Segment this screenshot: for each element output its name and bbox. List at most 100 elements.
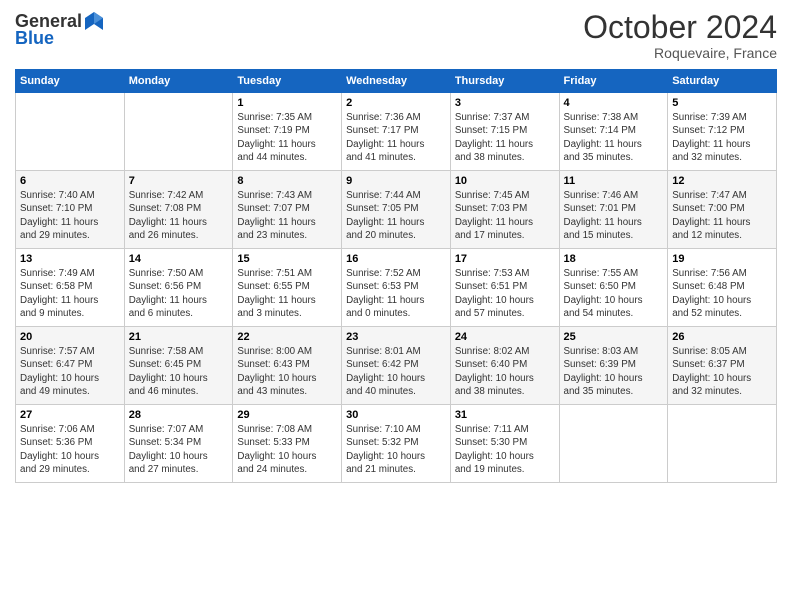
day-number: 1 [237,97,337,109]
calendar-table: SundayMondayTuesdayWednesdayThursdayFrid… [15,69,777,483]
day-info: Sunrise: 8:00 AM Sunset: 6:43 PM Dayligh… [237,345,337,398]
calendar-cell: 24Sunrise: 8:02 AM Sunset: 6:40 PM Dayli… [450,327,559,405]
title-block: October 2024 Roquevaire, France [583,10,777,61]
day-number: 13 [20,253,120,265]
calendar-cell: 6Sunrise: 7:40 AM Sunset: 7:10 PM Daylig… [16,171,125,249]
day-info: Sunrise: 7:55 AM Sunset: 6:50 PM Dayligh… [564,267,664,320]
day-info: Sunrise: 7:46 AM Sunset: 7:01 PM Dayligh… [564,189,664,242]
day-info: Sunrise: 7:58 AM Sunset: 6:45 PM Dayligh… [129,345,229,398]
weekday-header: Wednesday [342,70,451,93]
day-number: 6 [20,175,120,187]
day-info: Sunrise: 7:56 AM Sunset: 6:48 PM Dayligh… [672,267,772,320]
day-number: 25 [564,331,664,343]
calendar-cell: 23 Sunrise: 8:01 AM Sunset: 6:42 PM Dayli… [342,327,451,405]
day-number: 17 [455,253,555,265]
calendar-cell: 14Sunrise: 7:50 AM Sunset: 6:56 PM Dayli… [124,249,233,327]
weekday-header: Sunday [16,70,125,93]
day-info: Sunrise: 8:05 AM Sunset: 6:37 PM Dayligh… [672,345,772,398]
logo: General Blue [15,10,105,49]
day-info: Sunrise: 7:51 AM Sunset: 6:55 PM Dayligh… [237,267,337,320]
calendar-cell: 2 Sunrise: 7:36 AM Sunset: 7:17 PM Daylig… [342,93,451,171]
day-info: Sunrise: 7:42 AM Sunset: 7:08 PM Dayligh… [129,189,229,242]
day-number: 20 [20,331,120,343]
calendar-cell [16,93,125,171]
calendar-cell: 5Sunrise: 7:39 AM Sunset: 7:12 PM Daylig… [668,93,777,171]
day-number: 11 [564,175,664,187]
calendar-cell: 30 Sunrise: 7:10 AM Sunset: 5:32 PM Dayli… [342,405,451,483]
calendar-cell: 13 Sunrise: 7:49 AM Sunset: 6:58 PM Dayli… [16,249,125,327]
page-header: General Blue October 2024 Roquevaire, Fr… [15,10,777,61]
calendar-week-row: 1 Sunrise: 7:35 AM Sunset: 7:19 PM Daylig… [16,93,777,171]
calendar-week-row: 20 Sunrise: 7:57 AM Sunset: 6:47 PM Dayli… [16,327,777,405]
day-number: 7 [129,175,229,187]
calendar-cell: 20 Sunrise: 7:57 AM Sunset: 6:47 PM Dayli… [16,327,125,405]
day-info: Sunrise: 7:06 AM Sunset: 5:36 PM Dayligh… [20,423,120,476]
calendar-cell: 27 Sunrise: 7:06 AM Sunset: 5:36 PM Dayli… [16,405,125,483]
calendar-cell: 3 Sunrise: 7:37 AM Sunset: 7:15 PM Daylig… [450,93,559,171]
calendar-cell: 25 Sunrise: 8:03 AM Sunset: 6:39 PM Dayli… [559,327,668,405]
day-number: 26 [672,331,772,343]
day-info: Sunrise: 7:52 AM Sunset: 6:53 PM Dayligh… [346,267,446,320]
day-info: Sunrise: 7:36 AM Sunset: 7:17 PM Dayligh… [346,111,446,164]
day-number: 5 [672,97,772,109]
day-number: 18 [564,253,664,265]
day-info: Sunrise: 7:07 AM Sunset: 5:34 PM Dayligh… [129,423,229,476]
calendar-cell: 31Sunrise: 7:11 AM Sunset: 5:30 PM Dayli… [450,405,559,483]
day-info: Sunrise: 7:08 AM Sunset: 5:33 PM Dayligh… [237,423,337,476]
calendar-cell: 1 Sunrise: 7:35 AM Sunset: 7:19 PM Daylig… [233,93,342,171]
location: Roquevaire, France [583,45,777,61]
day-number: 30 [346,409,446,421]
day-info: Sunrise: 7:47 AM Sunset: 7:00 PM Dayligh… [672,189,772,242]
day-number: 9 [346,175,446,187]
day-info: Sunrise: 7:49 AM Sunset: 6:58 PM Dayligh… [20,267,120,320]
day-number: 12 [672,175,772,187]
calendar-cell: 16Sunrise: 7:52 AM Sunset: 6:53 PM Dayli… [342,249,451,327]
calendar-cell: 29Sunrise: 7:08 AM Sunset: 5:33 PM Dayli… [233,405,342,483]
calendar-week-row: 13 Sunrise: 7:49 AM Sunset: 6:58 PM Dayli… [16,249,777,327]
calendar-cell [559,405,668,483]
day-number: 27 [20,409,120,421]
weekday-header: Tuesday [233,70,342,93]
day-number: 21 [129,331,229,343]
calendar-cell: 17 Sunrise: 7:53 AM Sunset: 6:51 PM Dayli… [450,249,559,327]
day-info: Sunrise: 7:35 AM Sunset: 7:19 PM Dayligh… [237,111,337,164]
weekday-header: Saturday [668,70,777,93]
page-container: General Blue October 2024 Roquevaire, Fr… [0,0,792,612]
calendar-cell [668,405,777,483]
day-number: 28 [129,409,229,421]
weekday-header: Thursday [450,70,559,93]
day-info: Sunrise: 7:37 AM Sunset: 7:15 PM Dayligh… [455,111,555,164]
day-info: Sunrise: 8:02 AM Sunset: 6:40 PM Dayligh… [455,345,555,398]
calendar-cell: 10 Sunrise: 7:45 AM Sunset: 7:03 PM Dayli… [450,171,559,249]
weekday-header: Monday [124,70,233,93]
day-number: 22 [237,331,337,343]
calendar-cell: 15Sunrise: 7:51 AM Sunset: 6:55 PM Dayli… [233,249,342,327]
calendar-week-row: 6Sunrise: 7:40 AM Sunset: 7:10 PM Daylig… [16,171,777,249]
calendar-cell: 4Sunrise: 7:38 AM Sunset: 7:14 PM Daylig… [559,93,668,171]
calendar-cell [124,93,233,171]
logo-icon [83,10,105,32]
calendar-cell: 28 Sunrise: 7:07 AM Sunset: 5:34 PM Dayli… [124,405,233,483]
day-info: Sunrise: 7:43 AM Sunset: 7:07 PM Dayligh… [237,189,337,242]
day-info: Sunrise: 7:38 AM Sunset: 7:14 PM Dayligh… [564,111,664,164]
day-info: Sunrise: 7:45 AM Sunset: 7:03 PM Dayligh… [455,189,555,242]
day-info: Sunrise: 7:53 AM Sunset: 6:51 PM Dayligh… [455,267,555,320]
day-number: 3 [455,97,555,109]
calendar-cell: 12 Sunrise: 7:47 AM Sunset: 7:00 PM Dayli… [668,171,777,249]
calendar-cell: 22 Sunrise: 8:00 AM Sunset: 6:43 PM Dayli… [233,327,342,405]
calendar-cell: 26 Sunrise: 8:05 AM Sunset: 6:37 PM Dayli… [668,327,777,405]
day-number: 2 [346,97,446,109]
calendar-cell: 21 Sunrise: 7:58 AM Sunset: 6:45 PM Dayli… [124,327,233,405]
day-info: Sunrise: 7:50 AM Sunset: 6:56 PM Dayligh… [129,267,229,320]
day-info: Sunrise: 7:57 AM Sunset: 6:47 PM Dayligh… [20,345,120,398]
day-number: 10 [455,175,555,187]
calendar-week-row: 27 Sunrise: 7:06 AM Sunset: 5:36 PM Dayli… [16,405,777,483]
day-info: Sunrise: 7:10 AM Sunset: 5:32 PM Dayligh… [346,423,446,476]
day-number: 19 [672,253,772,265]
calendar-cell: 19 Sunrise: 7:56 AM Sunset: 6:48 PM Dayli… [668,249,777,327]
calendar-cell: 8Sunrise: 7:43 AM Sunset: 7:07 PM Daylig… [233,171,342,249]
calendar-cell: 18 Sunrise: 7:55 AM Sunset: 6:50 PM Dayli… [559,249,668,327]
day-info: Sunrise: 8:01 AM Sunset: 6:42 PM Dayligh… [346,345,446,398]
day-number: 23 [346,331,446,343]
day-info: Sunrise: 8:03 AM Sunset: 6:39 PM Dayligh… [564,345,664,398]
